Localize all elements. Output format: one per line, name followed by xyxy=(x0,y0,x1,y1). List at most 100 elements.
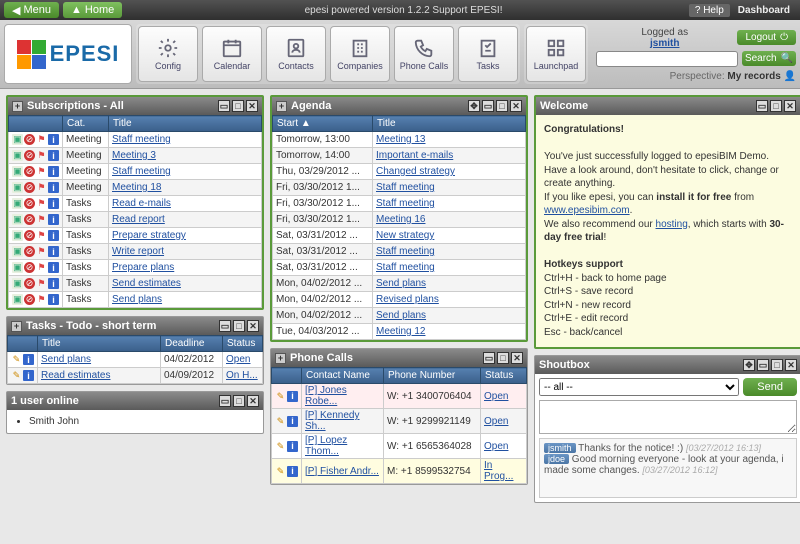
table-row[interactable]: Mon, 04/02/2012 ...Send plans xyxy=(273,276,526,292)
flag-icon[interactable]: ⚑ xyxy=(36,214,47,225)
edit-icon[interactable]: ✎ xyxy=(275,441,286,452)
expand-icon[interactable]: + xyxy=(276,101,287,112)
table-row[interactable]: ✎i[P] Jones Robe...W: +1 3400706404Open xyxy=(272,384,527,409)
tool-calendar[interactable]: Calendar xyxy=(202,26,262,82)
close-icon[interactable]: ✕ xyxy=(247,320,259,332)
table-row[interactable]: ▣⊘⚑iTasksSend plans xyxy=(9,292,262,308)
close-icon[interactable]: ✕ xyxy=(784,100,796,112)
search-input[interactable] xyxy=(596,51,738,67)
tool-config[interactable]: Config xyxy=(138,26,198,82)
table-row[interactable]: ▣⊘⚑iMeetingMeeting 18 xyxy=(9,180,262,196)
close-icon[interactable]: ✕ xyxy=(510,100,522,112)
table-row[interactable]: Fri, 03/30/2012 1...Staff meeting xyxy=(273,180,526,196)
flag-icon[interactable]: ⚑ xyxy=(36,230,47,241)
perspective[interactable]: Perspective: My records 👤 xyxy=(596,71,796,82)
flag-icon[interactable]: ⚑ xyxy=(36,166,47,177)
tool-phonecalls[interactable]: Phone Calls xyxy=(394,26,454,82)
minimize-icon[interactable]: ▭ xyxy=(757,359,769,371)
table-row[interactable]: ▣⊘⚑iTasksRead e-mails xyxy=(9,196,262,212)
view-icon[interactable]: ▣ xyxy=(12,230,23,241)
minimize-icon[interactable]: ▭ xyxy=(483,352,495,364)
info-icon[interactable]: i xyxy=(48,134,59,145)
table-row[interactable]: ✎i[P] Kennedy Sh...W: +1 9299921149Open xyxy=(272,409,527,434)
table-row[interactable]: ▣⊘⚑iMeetingStaff meeting xyxy=(9,132,262,148)
flag-icon[interactable]: ⚑ xyxy=(36,246,47,257)
delete-icon[interactable]: ⊘ xyxy=(24,182,35,193)
flag-icon[interactable]: ⚑ xyxy=(36,278,47,289)
info-icon[interactable]: i xyxy=(48,246,59,257)
info-icon[interactable]: i xyxy=(48,262,59,273)
edit-icon[interactable]: ✎ xyxy=(275,416,286,427)
table-row[interactable]: ▣⊘⚑iTasksPrepare strategy xyxy=(9,228,262,244)
shout-recipient-select[interactable]: -- all -- xyxy=(539,378,739,396)
delete-icon[interactable]: ⊘ xyxy=(24,150,35,161)
info-icon[interactable]: i xyxy=(287,466,298,477)
table-row[interactable]: Sat, 03/31/2012 ...Staff meeting xyxy=(273,260,526,276)
maximize-icon[interactable]: □ xyxy=(232,100,244,112)
info-icon[interactable]: i xyxy=(48,166,59,177)
view-icon[interactable]: ▣ xyxy=(12,246,23,257)
info-icon[interactable]: i xyxy=(287,416,298,427)
flag-icon[interactable]: ⚑ xyxy=(36,134,47,145)
tool-launchpad[interactable]: Launchpad xyxy=(526,26,586,82)
table-row[interactable]: ▣⊘⚑iTasksSend estimates xyxy=(9,276,262,292)
delete-icon[interactable]: ⊘ xyxy=(24,278,35,289)
edit-icon[interactable]: ✎ xyxy=(275,391,286,402)
menu-button[interactable]: ◀ Menu xyxy=(4,2,59,18)
info-icon[interactable]: i xyxy=(287,391,298,402)
table-row[interactable]: ▣⊘⚑iTasksPrepare plans xyxy=(9,260,262,276)
view-icon[interactable]: ▣ xyxy=(12,278,23,289)
edit-icon[interactable]: ✎ xyxy=(11,354,22,365)
search-button[interactable]: Search 🔍 xyxy=(742,51,796,66)
flag-icon[interactable]: ⚑ xyxy=(36,262,47,273)
delete-icon[interactable]: ⊘ xyxy=(24,262,35,273)
table-row[interactable]: Fri, 03/30/2012 1...Meeting 16 xyxy=(273,212,526,228)
minimize-icon[interactable]: ▭ xyxy=(219,395,231,407)
table-row[interactable]: ✎iSend plans04/02/2012Open xyxy=(8,352,263,368)
flag-icon[interactable]: ⚑ xyxy=(36,182,47,193)
delete-icon[interactable]: ⊘ xyxy=(24,166,35,177)
view-icon[interactable]: ▣ xyxy=(12,294,23,305)
welcome-link-2[interactable]: hosting xyxy=(656,219,688,230)
shout-textarea[interactable] xyxy=(539,400,797,434)
info-icon[interactable]: i xyxy=(48,230,59,241)
table-row[interactable]: ▣⊘⚑iTasksRead report xyxy=(9,212,262,228)
view-icon[interactable]: ▣ xyxy=(12,134,23,145)
view-icon[interactable]: ▣ xyxy=(12,150,23,161)
welcome-link-1[interactable]: www.epesibim.com xyxy=(544,205,630,216)
view-icon[interactable]: ▣ xyxy=(12,198,23,209)
info-icon[interactable]: i xyxy=(48,198,59,209)
delete-icon[interactable]: ⊘ xyxy=(24,230,35,241)
info-icon[interactable]: i xyxy=(23,354,34,365)
view-icon[interactable]: ▣ xyxy=(12,262,23,273)
close-icon[interactable]: ✕ xyxy=(247,395,259,407)
table-row[interactable]: ▣⊘⚑iMeetingStaff meeting xyxy=(9,164,262,180)
flag-icon[interactable]: ⚑ xyxy=(36,150,47,161)
expand-icon[interactable]: + xyxy=(12,101,23,112)
maximize-icon[interactable]: □ xyxy=(233,395,245,407)
tool-contacts[interactable]: Contacts xyxy=(266,26,326,82)
info-icon[interactable]: i xyxy=(48,182,59,193)
info-icon[interactable]: i xyxy=(48,214,59,225)
table-row[interactable]: ✎iRead estimates04/09/2012On H... xyxy=(8,368,263,384)
info-icon[interactable]: i xyxy=(48,150,59,161)
info-icon[interactable]: i xyxy=(48,278,59,289)
help-button[interactable]: ? Help xyxy=(689,4,730,17)
table-row[interactable]: Tue, 04/03/2012 ...Meeting 12 xyxy=(273,324,526,340)
table-row[interactable]: ✎i[P] Lopez Thom...W: +1 6565364028Open xyxy=(272,434,527,459)
minimize-icon[interactable]: ▭ xyxy=(218,100,230,112)
view-icon[interactable]: ▣ xyxy=(12,182,23,193)
view-icon[interactable]: ▣ xyxy=(12,214,23,225)
delete-icon[interactable]: ⊘ xyxy=(24,198,35,209)
maximize-icon[interactable]: □ xyxy=(771,359,783,371)
maximize-icon[interactable]: □ xyxy=(233,320,245,332)
logout-button[interactable]: Logout ⏻ xyxy=(737,30,796,45)
close-icon[interactable]: ✕ xyxy=(511,352,523,364)
expand-icon[interactable]: + xyxy=(275,353,286,364)
maximize-icon[interactable]: □ xyxy=(496,100,508,112)
maximize-icon[interactable]: □ xyxy=(770,100,782,112)
info-icon[interactable]: i xyxy=(23,370,34,381)
table-row[interactable]: Mon, 04/02/2012 ...Send plans xyxy=(273,308,526,324)
minimize-icon[interactable]: ▭ xyxy=(482,100,494,112)
home-button[interactable]: ▲ Home xyxy=(63,2,122,18)
